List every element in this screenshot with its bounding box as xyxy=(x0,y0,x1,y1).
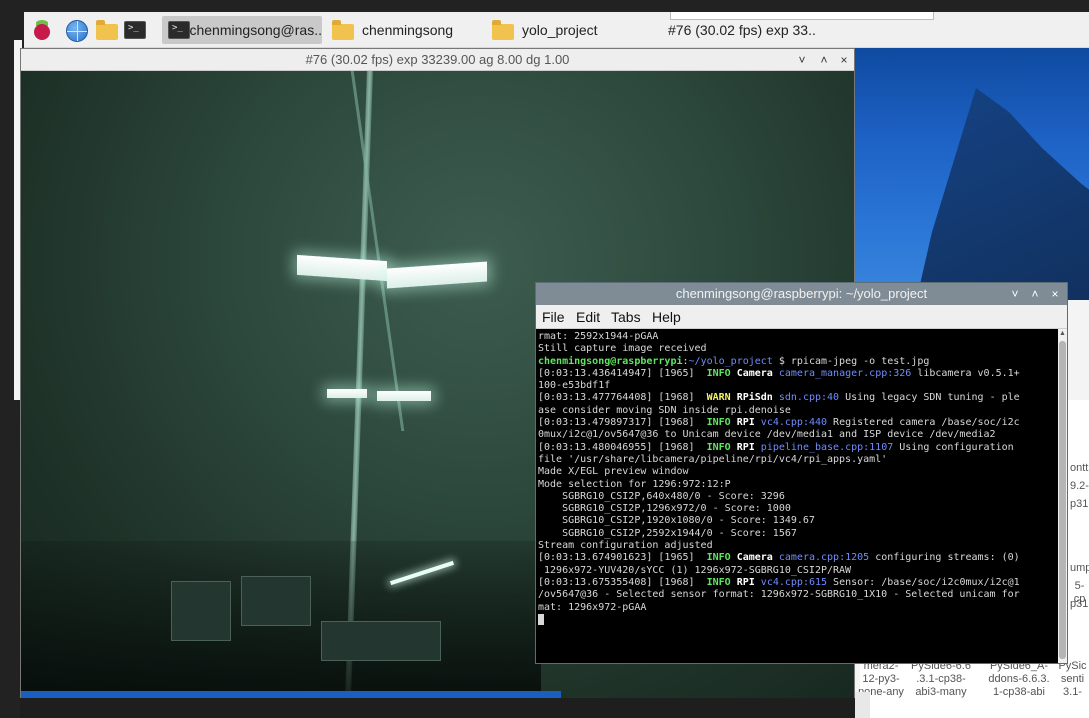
terminal-line: Stream configuration adjusted xyxy=(538,540,713,552)
menu-edit[interactable]: Edit xyxy=(576,309,600,325)
window-title: chenmingsong@raspberrypi: ~/yolo_project xyxy=(675,286,928,301)
bottom-strip xyxy=(20,698,855,718)
desk-equipment xyxy=(321,621,441,661)
terminal-icon[interactable] xyxy=(124,18,148,42)
terminal-line: file '/usr/share/libcamera/pipeline/rpi/… xyxy=(538,453,888,465)
terminal-line: SGBRG10_CSI2P,640x480/0 - Score: 3296 xyxy=(538,490,785,502)
terminal-scrollbar[interactable]: ▲ xyxy=(1058,329,1067,663)
file-fragment[interactable]: p31 xyxy=(1070,498,1088,511)
terminal-line: [0:03:13.436414947] [1965] INFO Camera c… xyxy=(538,367,1020,379)
terminal-line: Made X/EGL preview window xyxy=(538,466,689,478)
window-titlebar[interactable]: chenmingsong@raspberrypi: ~/yolo_project… xyxy=(536,283,1067,305)
file-item-label[interactable]: PySide6_A- ddons-6.6.3. 1-cp38-abi xyxy=(980,660,1058,699)
taskbar-item-label: #76 (30.02 fps) exp 33.. xyxy=(668,22,816,38)
scroll-up-icon[interactable]: ▲ xyxy=(1058,329,1067,339)
terminal-line: SGBRG10_CSI2P,1920x1080/0 - Score: 1349.… xyxy=(538,515,815,527)
taskbar: chenmingsong@ras.. chenmingsong yolo_pro… xyxy=(24,12,1089,48)
browser-globe-icon[interactable] xyxy=(64,18,88,42)
terminal-line: Mode selection for 1296:972:12:P xyxy=(538,478,731,490)
file-fragment[interactable]: ump xyxy=(1070,562,1089,575)
taskbar-item-terminal[interactable]: chenmingsong@ras.. xyxy=(162,16,322,44)
taskbar-divider xyxy=(670,12,934,20)
close-button[interactable]: × xyxy=(1046,285,1064,303)
desktop-edge xyxy=(21,691,561,698)
terminal-line: [0:03:13.477764408] [1968] WARN RPiSdn s… xyxy=(538,392,1020,404)
terminal-icon xyxy=(166,19,190,41)
terminal-line: SGBRG10_CSI2P,1296x972/0 - Score: 1000 xyxy=(538,503,791,515)
terminal-line: 100-e53bdf1f xyxy=(538,380,611,392)
terminal-line: 1296x972-YUV420/sYCC (1) 1296x972-SGBRG1… xyxy=(538,564,852,576)
menu-file[interactable]: File xyxy=(542,309,565,325)
taskbar-item-label: chenmingsong@ras.. xyxy=(189,22,322,38)
terminal-cursor xyxy=(538,613,1058,627)
ceiling-light xyxy=(327,389,367,398)
menu-tabs[interactable]: Tabs xyxy=(611,309,641,325)
terminal-line: mat: 1296x972-pGAA xyxy=(538,601,647,613)
terminal-line: rmat: 2592x1944-pGAA xyxy=(538,331,659,342)
menu-help[interactable]: Help xyxy=(652,309,681,325)
file-fragment[interactable]: ontt xyxy=(1070,462,1088,475)
maximize-button[interactable]: ˄ xyxy=(1026,285,1044,303)
file-manager-icon[interactable] xyxy=(96,18,120,42)
minimize-button[interactable]: ˅ xyxy=(1006,285,1024,303)
taskbar-item-label: chenmingsong xyxy=(362,22,454,38)
folder-icon xyxy=(330,19,356,41)
terminal-line: Still capture image received xyxy=(538,343,707,355)
desktop-wallpaper xyxy=(850,48,1089,303)
taskbar-item-folder-home[interactable]: chenmingsong xyxy=(326,16,476,44)
file-item-label[interactable]: PySide6-6.6 .3.1-cp38- abi3-many xyxy=(904,660,978,699)
ceiling-light xyxy=(297,254,387,282)
scroll-thumb[interactable] xyxy=(1059,341,1066,659)
folder-icon xyxy=(490,19,516,41)
terminal-line: [0:03:13.675355408] [1968] INFO RPI vc4.… xyxy=(538,576,1020,588)
monitor xyxy=(241,576,311,626)
terminal-line: SGBRG10_CSI2P,2592x1944/0 - Score: 1567 xyxy=(538,527,797,539)
file-fragment[interactable]: 9.2- xyxy=(1070,480,1089,493)
terminal-line: chenmingsong@raspberrypi:~/yolo_project … xyxy=(538,355,930,367)
terminal-line: 0mux/i2c@1/ov5647@36 to Unicam device /d… xyxy=(538,429,996,441)
window-title: #76 (30.02 fps) exp 33239.00 ag 8.00 dg … xyxy=(305,52,570,67)
file-fragment[interactable]: p31 xyxy=(1070,598,1088,611)
taskbar-item-label: yolo_project xyxy=(522,22,598,38)
desktop: ontt 9.2- p31 ump 5-cp p31 mera2- 12-py3… xyxy=(0,0,1089,718)
taskbar-item-folder-yolo[interactable]: yolo_project xyxy=(486,16,636,44)
terminal-line: ase consider moving SDN inside rpi.denoi… xyxy=(538,404,791,416)
ceiling-light xyxy=(387,261,487,289)
raspberry-menu-icon[interactable] xyxy=(30,18,54,42)
close-button[interactable]: × xyxy=(835,51,853,69)
ceiling-light xyxy=(377,391,431,401)
terminal-output[interactable]: rmat: 2592x1944-pGAA Still capture image … xyxy=(536,329,1058,663)
file-item-label[interactable]: PySic senti 3.1- xyxy=(1056,660,1089,699)
window-titlebar[interactable]: #76 (30.02 fps) exp 33239.00 ag 8.00 dg … xyxy=(21,49,854,71)
taskbar-item-camera-preview[interactable]: #76 (30.02 fps) exp 33.. xyxy=(664,16,894,44)
maximize-button[interactable]: ˄ xyxy=(815,51,833,69)
terminal-line: /ov5647@36 - Selected sensor format: 129… xyxy=(538,589,1020,601)
terminal-line: [0:03:13.674901623] [1965] INFO Camera c… xyxy=(538,552,1020,564)
terminal-line: [0:03:13.480046955] [1968] INFO RPI pipe… xyxy=(538,441,1014,453)
minimize-button[interactable]: ˅ xyxy=(793,51,811,69)
monitor xyxy=(171,581,231,641)
terminal-window[interactable]: chenmingsong@raspberrypi: ~/yolo_project… xyxy=(535,282,1068,664)
terminal-line: [0:03:13.479897317] [1968] INFO RPI vc4.… xyxy=(538,417,1020,429)
terminal-menubar: File Edit Tabs Help xyxy=(536,305,1067,329)
